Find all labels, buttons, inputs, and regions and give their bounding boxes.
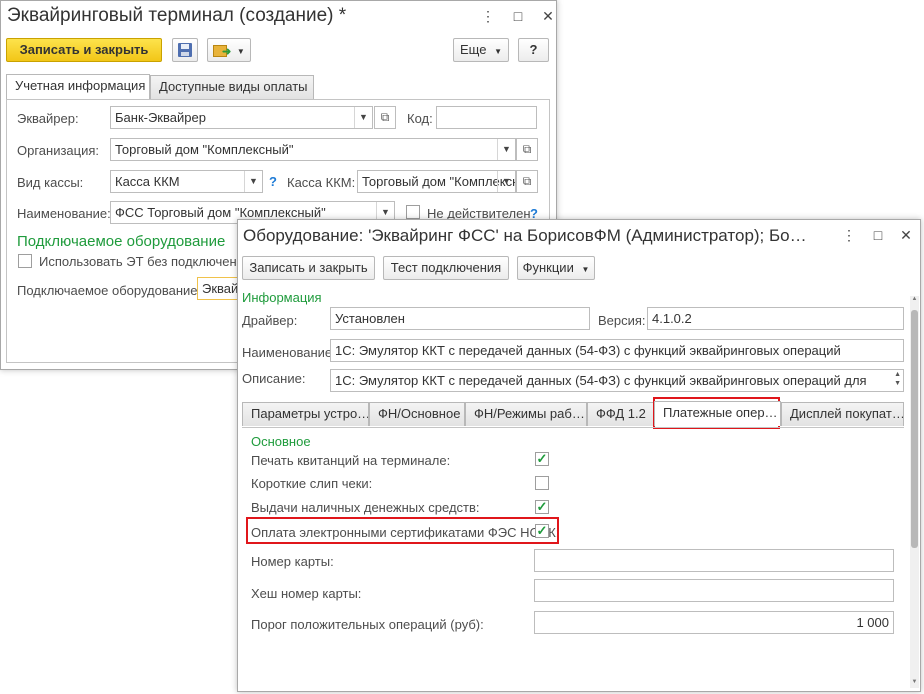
- tab-device-params[interactable]: Параметры устро…: [242, 402, 369, 426]
- window-menu-icon[interactable]: ⋮: [841, 227, 857, 245]
- acquirer-label: Эквайрер:: [17, 111, 79, 126]
- more-menu-button[interactable]: Еще ▼: [453, 38, 509, 62]
- threshold-label: Порог положительных операций (руб):: [251, 617, 484, 632]
- dropdown-icon[interactable]: ▼: [244, 171, 262, 192]
- tab-bar: Учетная информация Доступные виды оплаты: [6, 74, 550, 101]
- card-hash-label: Хеш номер карты:: [251, 586, 362, 601]
- scroll-up-icon[interactable]: ▲: [910, 296, 919, 305]
- save-close-button[interactable]: Записать и закрыть: [6, 38, 162, 62]
- kkm-label: Касса ККМ:: [287, 175, 356, 190]
- save-button[interactable]: [172, 38, 198, 62]
- maximize-icon[interactable]: □: [870, 227, 886, 245]
- open-acquirer-button[interactable]: ⧉: [374, 106, 396, 129]
- use-et-label: Использовать ЭТ без подключения: [39, 254, 251, 269]
- highlight-frame-option: [246, 517, 559, 544]
- print-receipts-checkbox[interactable]: ✓: [535, 452, 549, 466]
- name-label: Наименование:: [242, 345, 336, 360]
- kkm-field[interactable]: Торговый дом "Комплексный" ▼: [357, 170, 516, 193]
- title-bar: Оборудование: 'Эквайринг ФСС' на Борисов…: [238, 220, 920, 252]
- use-et-checkbox[interactable]: [18, 254, 32, 268]
- folder-arrow-icon: ➜: [213, 44, 231, 58]
- acquirer-field[interactable]: Банк-Эквайрер ▼: [110, 106, 373, 129]
- info-title: Информация: [242, 290, 322, 305]
- name-label: Наименование:: [17, 206, 111, 221]
- spin-icon[interactable]: ▲ ▼: [894, 370, 901, 388]
- dropdown-icon[interactable]: ▼: [354, 107, 372, 128]
- description-label: Описание:: [242, 371, 306, 386]
- equipment-label: Подключаемое оборудование:: [17, 283, 202, 298]
- tab-payment-operations[interactable]: Платежные опер…: [654, 401, 781, 426]
- cash-withdrawal-checkbox[interactable]: ✓: [535, 500, 549, 514]
- cash-type-value: Касса ККМ: [115, 174, 180, 189]
- short-slip-checkbox[interactable]: [535, 476, 549, 490]
- option-label: Короткие слип чеки:: [251, 476, 373, 491]
- card-number-label: Номер карты:: [251, 554, 334, 569]
- tab-bar: Параметры устро… ФН/Основное ФН/Режимы р…: [242, 401, 904, 428]
- cash-type-label: Вид кассы:: [17, 175, 84, 190]
- driver-label: Драйвер:: [242, 313, 298, 328]
- option-label: Выдачи наличных денежных средств:: [251, 500, 480, 515]
- version-label: Версия:: [598, 313, 646, 328]
- group-title: Основное: [251, 434, 311, 449]
- chevron-down-icon: ▼: [581, 265, 590, 274]
- help-icon[interactable]: ?: [269, 174, 277, 189]
- tab-account-info[interactable]: Учетная информация: [6, 74, 150, 99]
- code-label: Код:: [407, 111, 433, 126]
- section-title: Подключаемое оборудование: [17, 233, 226, 250]
- invalid-checkbox[interactable]: [406, 205, 420, 219]
- version-field: 4.1.0.2: [647, 307, 904, 330]
- code-field[interactable]: [436, 106, 537, 129]
- functions-menu-button[interactable]: Функции ▼: [517, 256, 595, 280]
- card-hash-field[interactable]: [534, 579, 894, 602]
- threshold-field[interactable]: 1 000: [534, 611, 894, 634]
- tab-ffd[interactable]: ФФД 1.2: [587, 402, 654, 426]
- title-bar: Эквайринговый терминал (создание) * ⋮ □ …: [1, 1, 556, 33]
- vertical-scrollbar[interactable]: ▲ ▼: [910, 296, 919, 688]
- close-icon[interactable]: ✕: [898, 227, 914, 245]
- driver-field: Установлен: [330, 307, 590, 330]
- cash-type-field[interactable]: Касса ККМ ▼: [110, 170, 263, 193]
- card-number-field[interactable]: [534, 549, 894, 572]
- window-title: Эквайринговый терминал (создание) *: [7, 5, 347, 26]
- more-label: Еще: [460, 42, 487, 57]
- window-menu-icon[interactable]: ⋮: [480, 8, 496, 26]
- org-value: Торговый дом "Комплексный": [115, 142, 294, 157]
- kkm-value: Торговый дом "Комплексный": [362, 174, 515, 189]
- description-value: 1С: Эмулятор ККТ с передачей данных (54-…: [335, 373, 867, 388]
- chevron-down-icon: ▼: [236, 47, 245, 56]
- description-field: 1С: Эмулятор ККТ с передачей данных (54-…: [330, 369, 904, 392]
- name-field: 1С: Эмулятор ККТ с передачей данных (54-…: [330, 339, 904, 362]
- org-field[interactable]: Торговый дом "Комплексный" ▼: [110, 138, 516, 161]
- scroll-down-icon[interactable]: ▼: [910, 679, 919, 688]
- window-title: Оборудование: 'Эквайринг ФСС' на Борисов…: [243, 226, 807, 245]
- org-label: Организация:: [17, 143, 100, 158]
- acquirer-value: Банк-Эквайрер: [115, 110, 206, 125]
- open-kkm-button[interactable]: ⧉: [516, 170, 538, 193]
- floppy-disk-icon: [178, 43, 192, 57]
- dropdown-icon[interactable]: ▼: [497, 171, 515, 192]
- tab-fn-modes[interactable]: ФН/Режимы раб…: [465, 402, 587, 426]
- tab-fn-main[interactable]: ФН/Основное: [369, 402, 465, 426]
- option-label: Печать квитанций на терминале:: [251, 453, 451, 468]
- chevron-down-icon: ▼: [494, 47, 502, 56]
- scrollbar-thumb[interactable]: [911, 310, 918, 548]
- test-connection-button[interactable]: Тест подключения: [383, 256, 509, 280]
- equipment-window: Оборудование: 'Эквайринг ФСС' на Борисов…: [237, 219, 921, 692]
- dropdown-icon[interactable]: ▼: [497, 139, 515, 160]
- create-based-on-button[interactable]: ➜ ▼: [207, 38, 251, 62]
- name-value: ФСС Торговый дом "Комплексный": [115, 205, 326, 220]
- tab-payment-types[interactable]: Доступные виды оплаты: [150, 75, 314, 99]
- functions-label: Функции: [522, 260, 574, 275]
- save-close-button[interactable]: Записать и закрыть: [242, 256, 375, 280]
- open-org-button[interactable]: ⧉: [516, 138, 538, 161]
- tab-customer-display[interactable]: Дисплей покупат…: [781, 402, 904, 426]
- close-icon[interactable]: ✕: [540, 8, 556, 26]
- help-button[interactable]: ?: [518, 38, 549, 62]
- maximize-icon[interactable]: □: [510, 8, 526, 26]
